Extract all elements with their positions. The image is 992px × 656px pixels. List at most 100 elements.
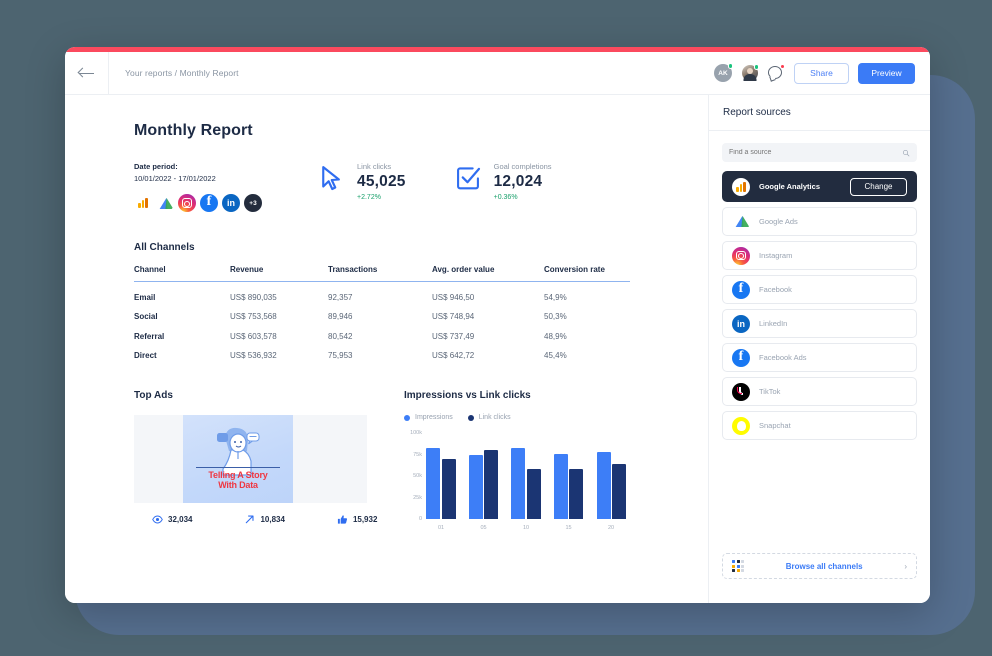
avatar-initials: AK: [718, 69, 728, 77]
x-axis-tick: 10: [522, 525, 530, 531]
metric-value: 12,024: [493, 173, 543, 190]
bar-link-clicks[interactable]: [484, 450, 499, 519]
metric-value: 45,025: [357, 173, 406, 190]
y-axis-tick: 100k: [410, 430, 422, 436]
source-item-google-analytics[interactable]: Google Analytics Change: [722, 171, 917, 202]
table-row[interactable]: Social US$ 753,568 89,946 US$ 748,94 50,…: [134, 302, 630, 321]
notification-dot: [779, 63, 785, 69]
source-item-snapchat[interactable]: Snapchat: [722, 411, 917, 440]
source-name: Google Ads: [759, 217, 798, 226]
preview-button[interactable]: Preview: [858, 62, 915, 84]
column-header: Avg. order value: [432, 265, 495, 274]
cell-conversion: 50,3%: [544, 312, 567, 321]
metric-goal-completions: Goal completions 12,024 +0.36%: [454, 162, 552, 201]
cell-revenue: US$ 603,578: [230, 331, 277, 341]
panel-title: Report sources: [723, 107, 791, 118]
more-sources-badge[interactable]: +3: [244, 194, 262, 212]
ad-card[interactable]: Telling A Story With Data: [134, 415, 367, 503]
x-axis: 01 05 10 15 20: [426, 525, 626, 531]
change-source-button[interactable]: Change: [850, 177, 907, 196]
cursor-icon: [317, 164, 347, 194]
table-row[interactable]: Email US$ 890,035 92,357 US$ 946,50 54,9…: [134, 282, 630, 302]
search-box[interactable]: [722, 143, 917, 162]
linkedin-icon[interactable]: in: [222, 194, 240, 212]
share-button[interactable]: Share: [794, 62, 849, 84]
column-header: Channel: [134, 265, 166, 274]
section-title-top-ads: Top Ads: [134, 390, 173, 401]
source-item-tiktok[interactable]: TikTok: [722, 377, 917, 406]
google-ads-icon: [732, 212, 750, 231]
cell-revenue: US$ 536,932: [230, 351, 277, 360]
ad-creative-image: Telling A Story With Data: [183, 415, 293, 503]
browse-all-channels-button[interactable]: Browse all channels ›: [722, 553, 917, 579]
legend-color-swatch: [467, 414, 474, 421]
facebook-icon[interactable]: f: [200, 194, 218, 212]
table-header-row: Channel Revenue Transactions Avg. order …: [134, 265, 630, 282]
bar-group: [511, 448, 541, 519]
legend-item-impressions[interactable]: Impressions: [404, 414, 453, 421]
ad-headline: Telling A Story With Data: [208, 470, 268, 491]
bar-group: [426, 448, 456, 519]
bar-link-clicks[interactable]: [526, 469, 541, 519]
report-content: Monthly Report Date period: 10/01/2022 -…: [65, 95, 708, 603]
search-container: [709, 131, 930, 162]
bar-impressions[interactable]: [426, 448, 440, 519]
chat-button[interactable]: [768, 63, 785, 82]
google-ads-icon[interactable]: [156, 194, 174, 212]
bar-group: [553, 453, 584, 519]
browse-label: Browse all channels: [785, 561, 863, 571]
source-item-linkedin[interactable]: in LinkedIn: [722, 309, 917, 338]
google-analytics-icon: [732, 177, 750, 196]
table-row[interactable]: Direct US$ 536,932 75,953 US$ 642,72 45,…: [134, 341, 630, 360]
source-name: LinkedIn: [759, 319, 788, 328]
back-button[interactable]: [65, 51, 109, 95]
bar-impressions[interactable]: [511, 448, 526, 519]
x-axis-tick: 20: [607, 525, 615, 531]
google-analytics-icon[interactable]: [134, 194, 152, 212]
online-status-dot: [727, 63, 733, 69]
cell-transactions: 75,953: [328, 351, 353, 360]
cell-aov: US$ 946,50: [432, 292, 475, 302]
eye-icon: [152, 515, 163, 524]
ad-stat-clicks: 10,834: [244, 514, 285, 525]
cell-conversion: 48,9%: [544, 331, 567, 341]
y-axis: 100k 75k 50k 25k 0: [404, 430, 426, 522]
source-item-facebook-ads[interactable]: f Facebook Ads: [722, 343, 917, 372]
avatar-ak[interactable]: AK: [714, 63, 733, 82]
x-axis-tick: 15: [565, 525, 572, 531]
bar-impressions[interactable]: [553, 453, 568, 519]
legend-color-swatch: [404, 414, 410, 421]
avatar-photo[interactable]: [741, 64, 759, 82]
breadcrumb[interactable]: Your reports / Monthly Report: [125, 68, 239, 78]
checkbox-icon: [454, 164, 484, 194]
column-header: Transactions: [328, 265, 378, 274]
cell-aov: US$ 642,72: [432, 351, 475, 360]
metric-delta: +0.36%: [493, 194, 518, 201]
page-title: Monthly Report: [134, 122, 253, 139]
summary-row: Date period: 10/01/2022 - 17/01/2022 f i…: [134, 162, 708, 212]
source-icon-row: f in +3: [134, 194, 309, 212]
bar-link-clicks[interactable]: [569, 469, 584, 519]
tiktok-icon: [732, 382, 750, 401]
top-bar: Your reports / Monthly Report AK Share P…: [65, 51, 930, 95]
cell-revenue: US$ 753,568: [230, 312, 277, 321]
bar-impressions[interactable]: [596, 451, 611, 519]
search-input[interactable]: [729, 149, 902, 156]
instagram-icon[interactable]: [178, 194, 196, 212]
source-name: TikTok: [759, 387, 781, 396]
panel-header: Report sources: [709, 95, 930, 131]
cell-channel: Email: [134, 292, 156, 302]
legend-item-link-clicks[interactable]: Link clicks: [467, 414, 511, 421]
source-item-facebook[interactable]: f Facebook: [722, 275, 917, 304]
top-ads-section: Top Ads Telling A Story With Data 32,034…: [134, 390, 396, 525]
bar-impressions[interactable]: [468, 455, 483, 519]
source-item-google-ads[interactable]: Google Ads: [722, 207, 917, 236]
bar-link-clicks[interactable]: [612, 463, 626, 519]
cell-aov: US$ 737,49: [432, 331, 475, 341]
cell-channel: Social: [134, 312, 158, 321]
source-item-instagram[interactable]: Instagram: [722, 241, 917, 270]
ad-stats: 32,034 10,834 15,932: [134, 514, 377, 525]
bar-link-clicks[interactable]: [441, 458, 456, 519]
table-row[interactable]: Referral US$ 603,578 80,542 US$ 737,49 4…: [134, 321, 630, 341]
bottom-row: Top Ads Telling A Story With Data 32,034…: [65, 390, 708, 531]
